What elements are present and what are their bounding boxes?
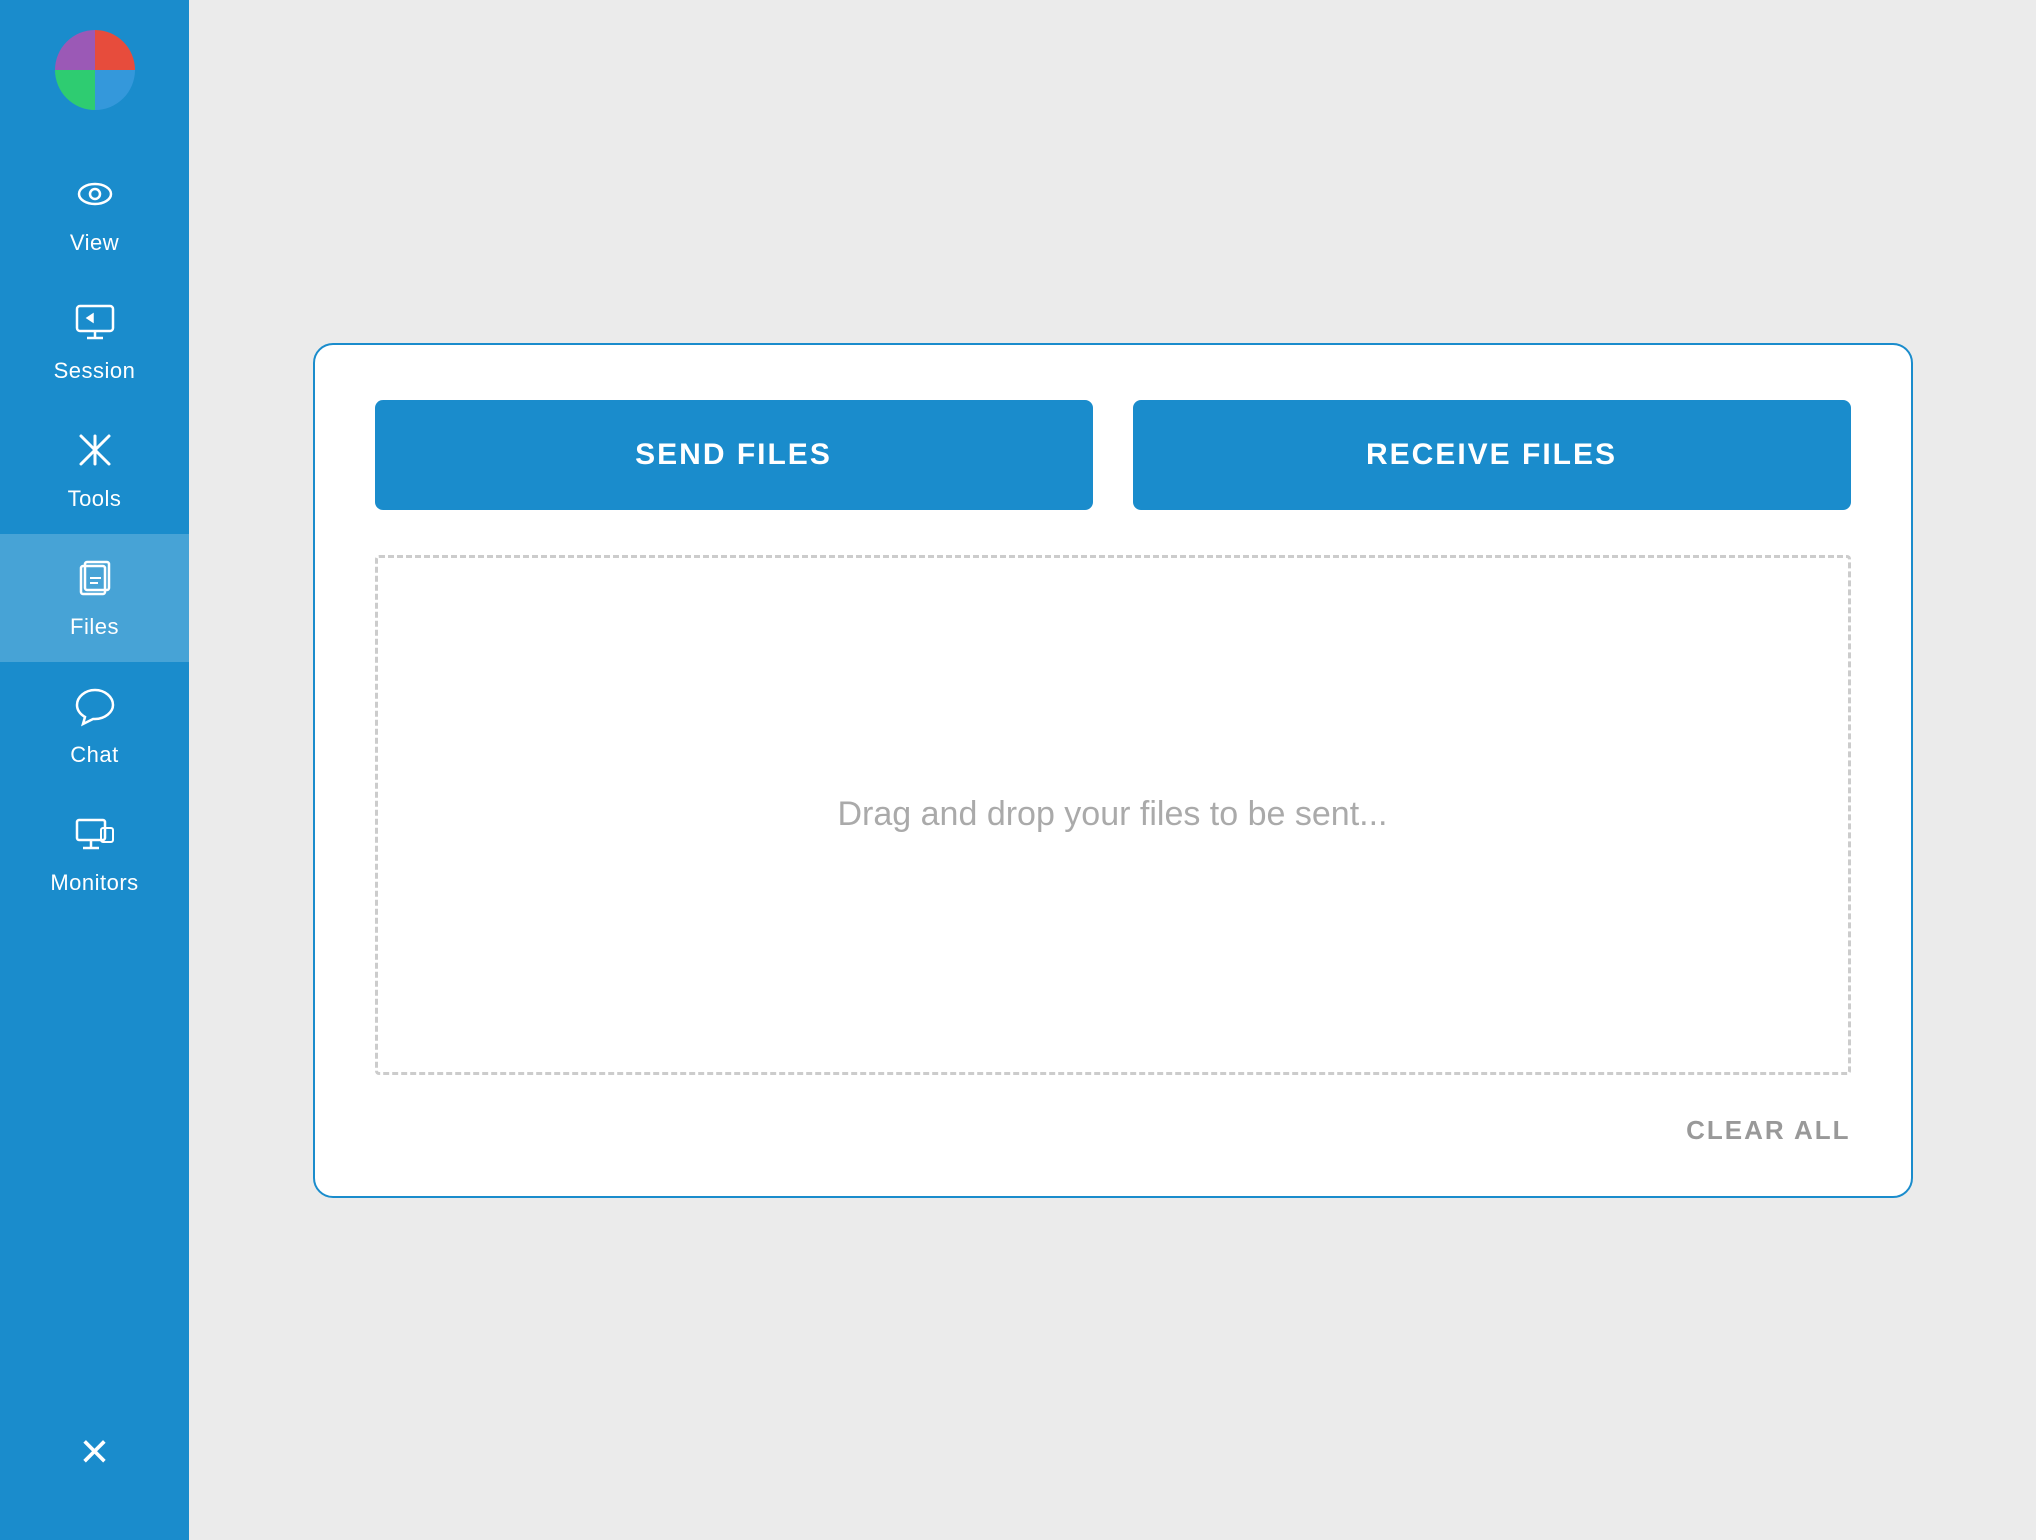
tools-icon: [73, 428, 117, 478]
sidebar-nav: View Session Tools: [0, 150, 189, 918]
app-logo: [45, 20, 145, 120]
sidebar-item-chat-label: Chat: [70, 742, 118, 768]
sidebar-item-session-label: Session: [54, 358, 136, 384]
monitors-icon: [73, 812, 117, 862]
sidebar-item-files[interactable]: Files: [0, 534, 189, 662]
sidebar: View Session Tools: [0, 0, 189, 1540]
clear-all-button[interactable]: CLEAR ALL: [1686, 1115, 1850, 1146]
main-content: SEND FILES RECEIVE FILES Drag and drop y…: [189, 0, 2036, 1540]
sidebar-item-chat[interactable]: Chat: [0, 662, 189, 790]
eye-icon: [73, 172, 117, 222]
files-icon: [73, 556, 117, 606]
monitor-cursor-icon: [73, 300, 117, 350]
sidebar-item-view-label: View: [70, 230, 119, 256]
clear-all-row: CLEAR ALL: [375, 1105, 1851, 1146]
file-transfer-panel: SEND FILES RECEIVE FILES Drag and drop y…: [313, 343, 1913, 1198]
sidebar-item-view[interactable]: View: [0, 150, 189, 278]
send-files-button[interactable]: SEND FILES: [375, 400, 1093, 510]
drop-zone[interactable]: Drag and drop your files to be sent...: [375, 555, 1851, 1075]
drop-zone-text: Drag and drop your files to be sent...: [838, 795, 1388, 834]
sidebar-item-tools-label: Tools: [68, 486, 122, 512]
sidebar-item-files-label: Files: [70, 614, 119, 640]
action-button-row: SEND FILES RECEIVE FILES: [375, 400, 1851, 510]
sidebar-item-session[interactable]: Session: [0, 278, 189, 406]
close-button[interactable]: ×: [0, 1402, 189, 1500]
sidebar-item-tools[interactable]: Tools: [0, 406, 189, 534]
close-icon: ×: [80, 1422, 109, 1480]
sidebar-item-monitors[interactable]: Monitors: [0, 790, 189, 918]
sidebar-item-monitors-label: Monitors: [50, 870, 138, 896]
chat-icon: [73, 684, 117, 734]
receive-files-button[interactable]: RECEIVE FILES: [1133, 400, 1851, 510]
